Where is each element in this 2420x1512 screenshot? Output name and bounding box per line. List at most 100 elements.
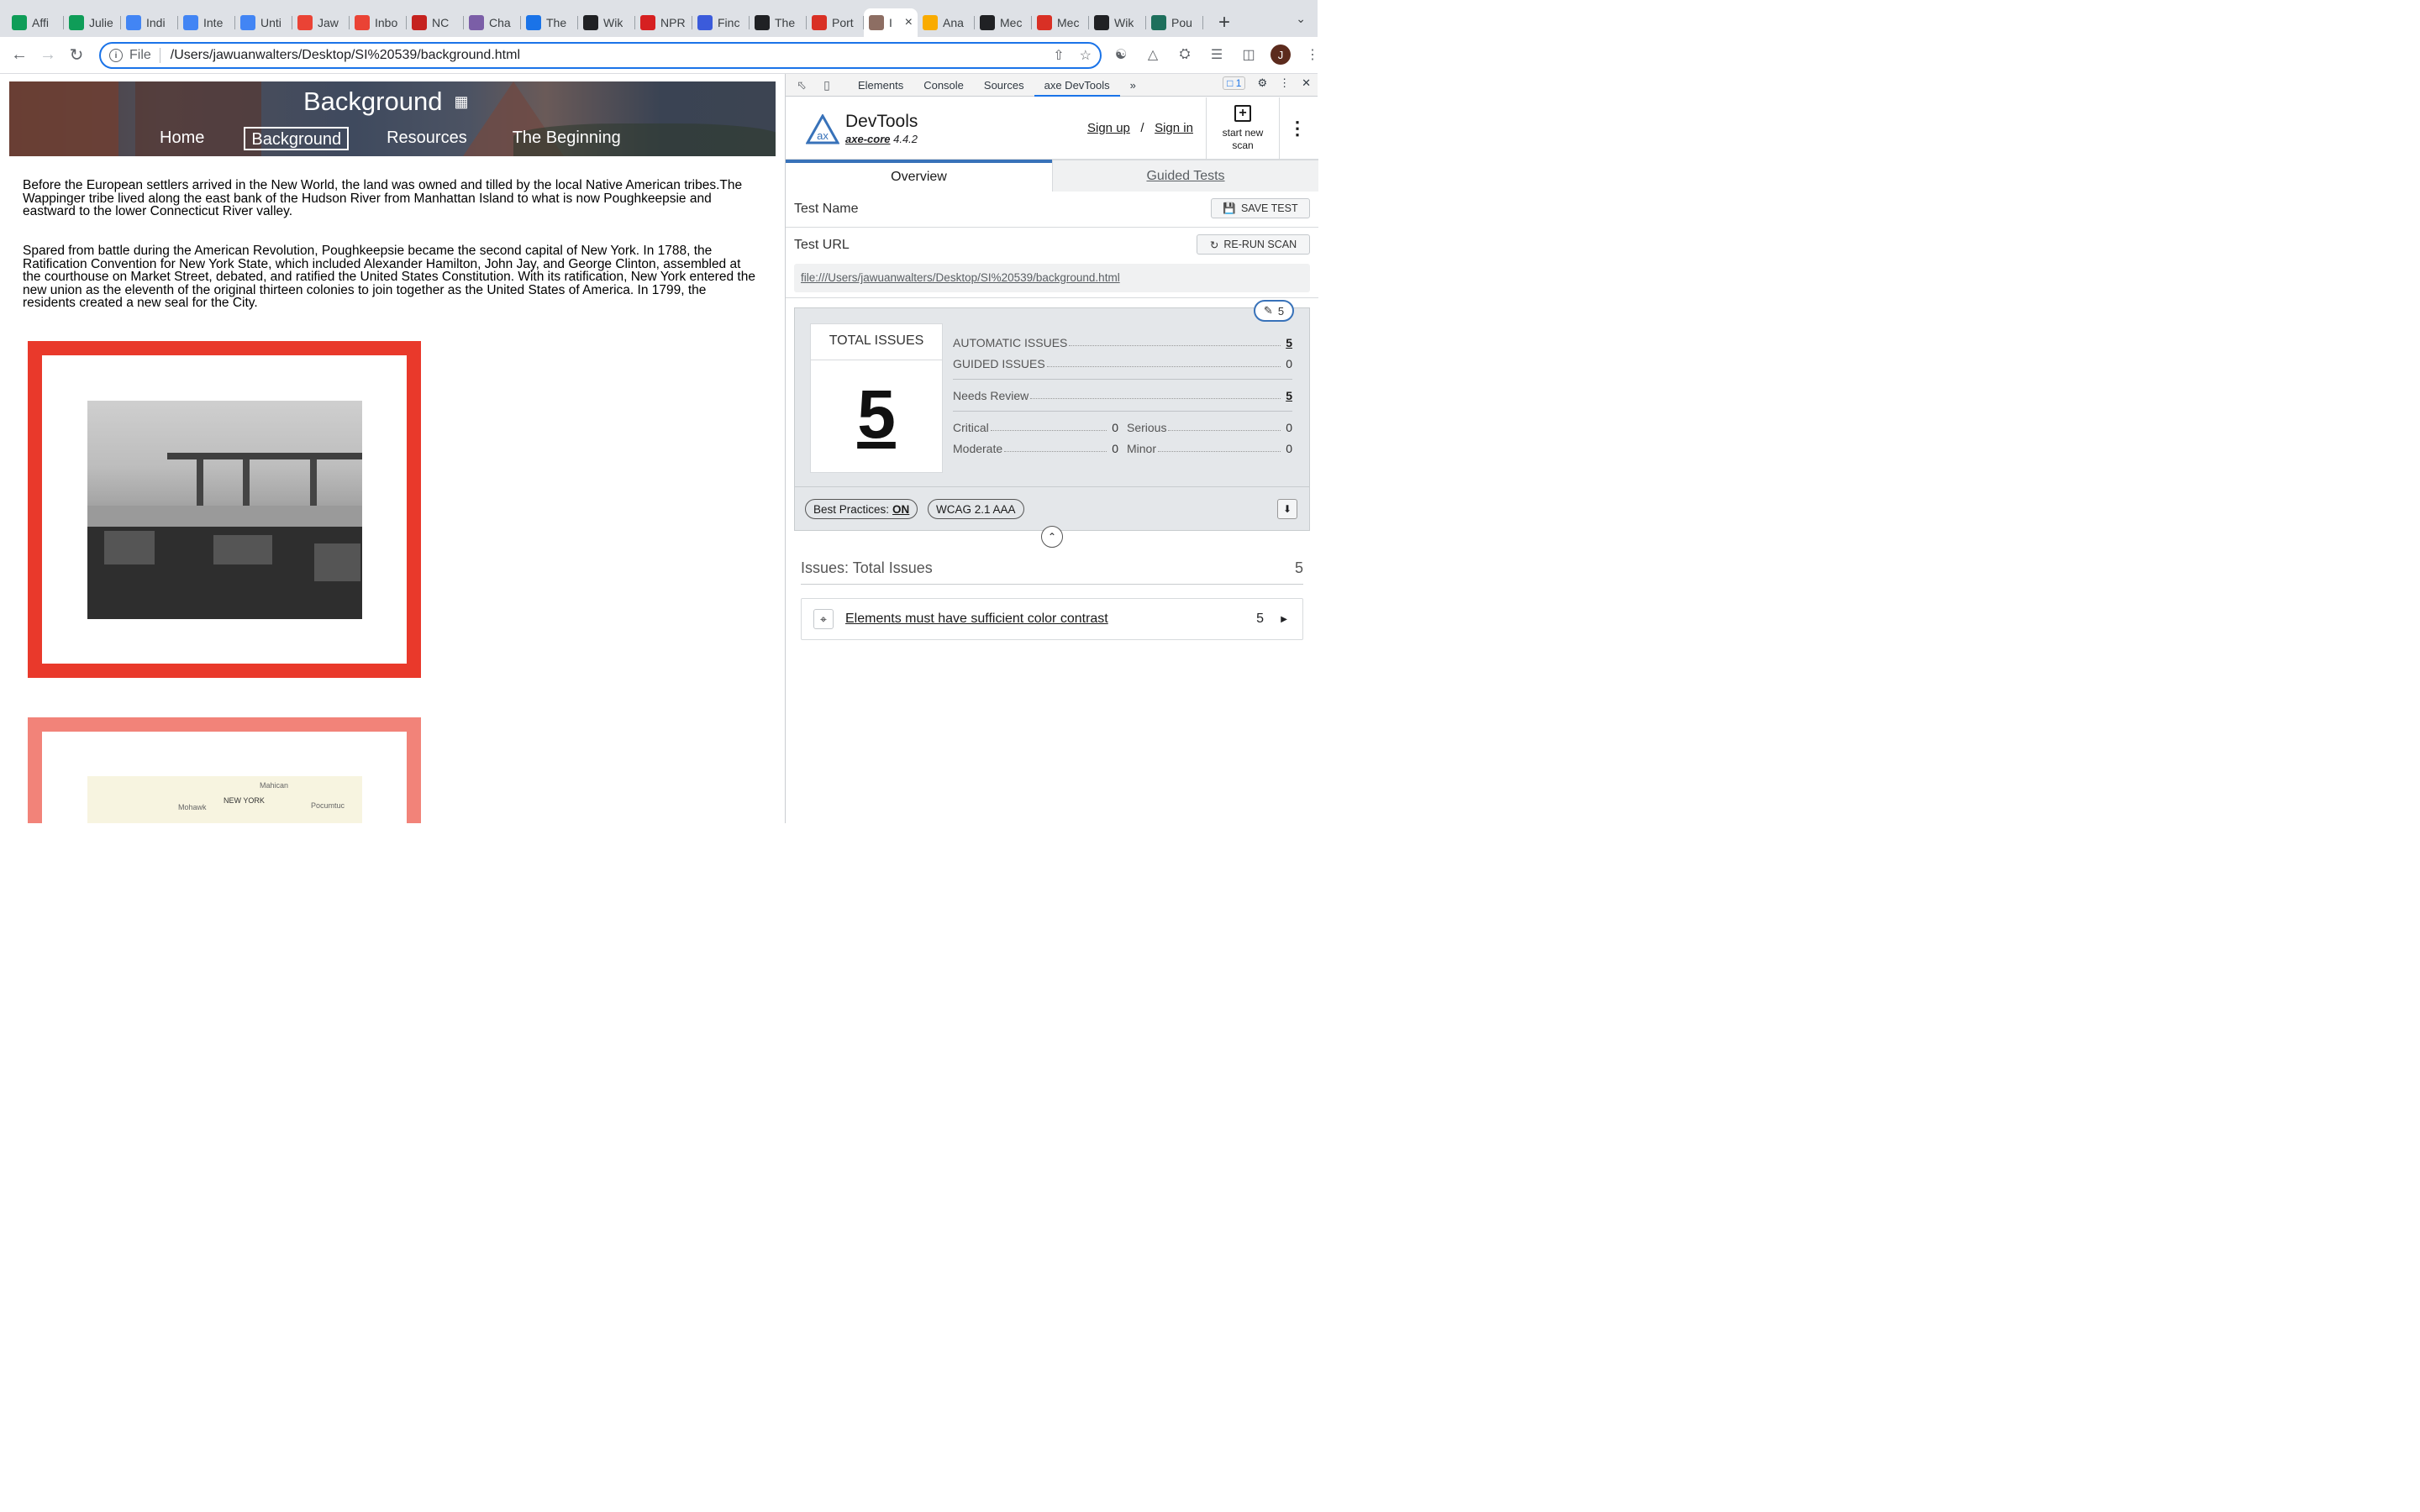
close-tab-icon[interactable]: × (905, 15, 913, 30)
rerun-refresh-icon: ↻ (1209, 239, 1219, 251)
stat-minor: Minor 0 (1127, 438, 1292, 459)
tab-title: Wik (1114, 16, 1134, 29)
browser-tab[interactable]: Mec (1032, 8, 1089, 37)
stat-minor-value: 0 (1281, 441, 1292, 455)
issue-label[interactable]: Elements must have sufficient color cont… (845, 612, 1108, 627)
devtools-menu-icon[interactable]: ⋮ (1279, 76, 1290, 90)
portal-icon (812, 15, 827, 30)
browser-tab[interactable]: Port (807, 8, 864, 37)
standard-selector[interactable]: WCAG 2.1 AAA (928, 499, 1024, 519)
devtools-tab-elements[interactable]: Elements (848, 74, 913, 97)
stat-needs-review-value[interactable]: 5 (1281, 388, 1292, 402)
browser-tab[interactable]: Ana (918, 8, 975, 37)
nav-resources-link[interactable]: Resources (381, 127, 473, 150)
test-url-label: Test URL (794, 238, 850, 252)
media-queue-icon[interactable]: ☰ (1207, 45, 1227, 65)
browser-tab[interactable]: Pou (1146, 8, 1203, 37)
address-url[interactable]: /Users/jawuanwalters/Desktop/SI%20539/ba… (171, 48, 520, 63)
share-icon[interactable]: ⇧ (1053, 47, 1064, 64)
stat-moderate-label: Moderate (953, 441, 1005, 455)
address-bar[interactable]: i File /Users/jawuanwalters/Desktop/SI%2… (99, 42, 1102, 69)
browser-tab[interactable]: Jaw (292, 8, 350, 37)
page-viewport: Background ▦ Home Background Resources T… (0, 74, 785, 823)
browser-tab[interactable]: Wik (578, 8, 635, 37)
axe-menu-icon[interactable]: ⋮ (1288, 118, 1307, 139)
summary-footer: Best Practices: ON WCAG 2.1 AAA ⬇ (795, 486, 1309, 530)
issues-heading-count: 5 (1294, 559, 1303, 576)
rerun-scan-button[interactable]: ↻ RE-RUN SCAN (1197, 234, 1310, 255)
issues-message-badge[interactable]: □ 1 (1223, 76, 1246, 90)
sign-in-link[interactable]: Sign in (1155, 121, 1193, 135)
nav-home-link[interactable]: Home (154, 127, 210, 150)
tab-title: Unti (260, 16, 281, 29)
browser-tab[interactable]: The (521, 8, 578, 37)
back-button[interactable]: ← (5, 41, 34, 70)
axe-extension-icon[interactable]: △ (1143, 45, 1163, 65)
nav-background-link[interactable]: Background (244, 127, 350, 150)
tab-overview[interactable]: Overview (786, 160, 1052, 192)
photo-house (213, 535, 272, 564)
extensions-puzzle-icon[interactable]: ⛭ (1175, 45, 1195, 65)
devtools-panel: ⬁ ▯ Elements Console Sources axe DevTool… (785, 74, 1318, 823)
browser-tab[interactable]: The (750, 8, 807, 37)
browser-tab-active[interactable]: I × (864, 8, 918, 37)
nav-the-beginning-link[interactable]: The Beginning (507, 127, 627, 150)
browser-tab[interactable]: Julie (64, 8, 121, 37)
new-tab-button[interactable]: + (1212, 10, 1237, 35)
devtools-tab-console[interactable]: Console (913, 74, 974, 97)
devtools-tab-sources[interactable]: Sources (974, 74, 1034, 97)
page-title: Background (303, 87, 443, 116)
devtools-close-icon[interactable]: ✕ (1302, 76, 1311, 90)
side-panel-icon[interactable]: ◫ (1239, 45, 1259, 65)
browser-tab[interactable]: Indi (121, 8, 178, 37)
save-test-button[interactable]: 💾 SAVE TEST (1211, 198, 1310, 218)
browser-tab[interactable]: Finc (692, 8, 750, 37)
devtools-settings-gear-icon[interactable]: ⚙ (1257, 76, 1267, 90)
sign-up-link[interactable]: Sign up (1087, 121, 1130, 135)
reload-button[interactable]: ↻ (62, 41, 91, 70)
forward-button[interactable]: → (34, 41, 62, 70)
browser-tab[interactable]: NC (407, 8, 464, 37)
start-new-scan-button[interactable]: + start new scan (1206, 97, 1280, 160)
stat-needs-review-label: Needs Review (953, 388, 1031, 402)
stat-serious-label: Serious (1127, 420, 1169, 434)
browser-tab[interactable]: Inte (178, 8, 235, 37)
browser-tab[interactable]: Cha (464, 8, 521, 37)
save-disk-icon: 💾 (1223, 202, 1236, 214)
devtools-tab-axe[interactable]: axe DevTools (1034, 74, 1120, 97)
stat-automatic-value[interactable]: 5 (1281, 335, 1292, 349)
wordpress-extension-icon[interactable]: ☯ (1111, 45, 1131, 65)
leader-dots (1004, 451, 1107, 452)
bookmark-star-icon[interactable]: ☆ (1080, 47, 1092, 64)
edit-issues-button[interactable]: ✎ 5 (1254, 300, 1294, 322)
total-issues-count[interactable]: 5 (811, 375, 942, 454)
axe-core-link[interactable]: axe-core (845, 133, 890, 145)
more-tabs-chevron-icon[interactable]: » (1120, 74, 1146, 97)
device-toolbar-icon[interactable]: ▯ (818, 76, 836, 94)
total-issues-label: TOTAL ISSUES (811, 324, 942, 360)
gmail-icon (355, 15, 370, 30)
map-label: Mahican (260, 781, 289, 790)
profile-avatar[interactable]: J (1270, 45, 1291, 65)
browser-tab[interactable]: NPR (635, 8, 692, 37)
tab-search-chevron-icon[interactable]: ⌄ (1296, 12, 1306, 26)
browser-tab[interactable]: Mec (975, 8, 1032, 37)
browser-tab[interactable]: Inbo (350, 8, 407, 37)
browser-tab[interactable]: Wik (1089, 8, 1146, 37)
browser-menu-icon[interactable]: ⋮ (1302, 45, 1323, 65)
best-practices-toggle[interactable]: Best Practices: ON (805, 499, 918, 519)
test-url-link[interactable]: file:///Users/jawuanwalters/Desktop/SI%2… (794, 264, 1310, 292)
download-icon[interactable]: ⬇ (1277, 499, 1297, 519)
expand-caret-icon[interactable]: ▶ (1281, 615, 1287, 624)
tab-title: Jaw (318, 16, 339, 29)
browser-tab[interactable]: Unti (235, 8, 292, 37)
issues-heading-label: Issues: Total Issues (801, 559, 933, 576)
highlight-target-icon[interactable]: ⌖ (813, 609, 834, 629)
browser-tab[interactable]: Affi (7, 8, 64, 37)
tab-guided-tests[interactable]: Guided Tests (1052, 160, 1318, 192)
tab-title: The (775, 16, 796, 29)
issue-row-color-contrast[interactable]: ⌖ Elements must have sufficient color co… (801, 598, 1303, 640)
collapse-chevron-icon[interactable]: ⌃ (1041, 526, 1063, 548)
inspect-element-icon[interactable]: ⬁ (792, 76, 811, 94)
site-info-icon[interactable]: i (109, 49, 123, 62)
